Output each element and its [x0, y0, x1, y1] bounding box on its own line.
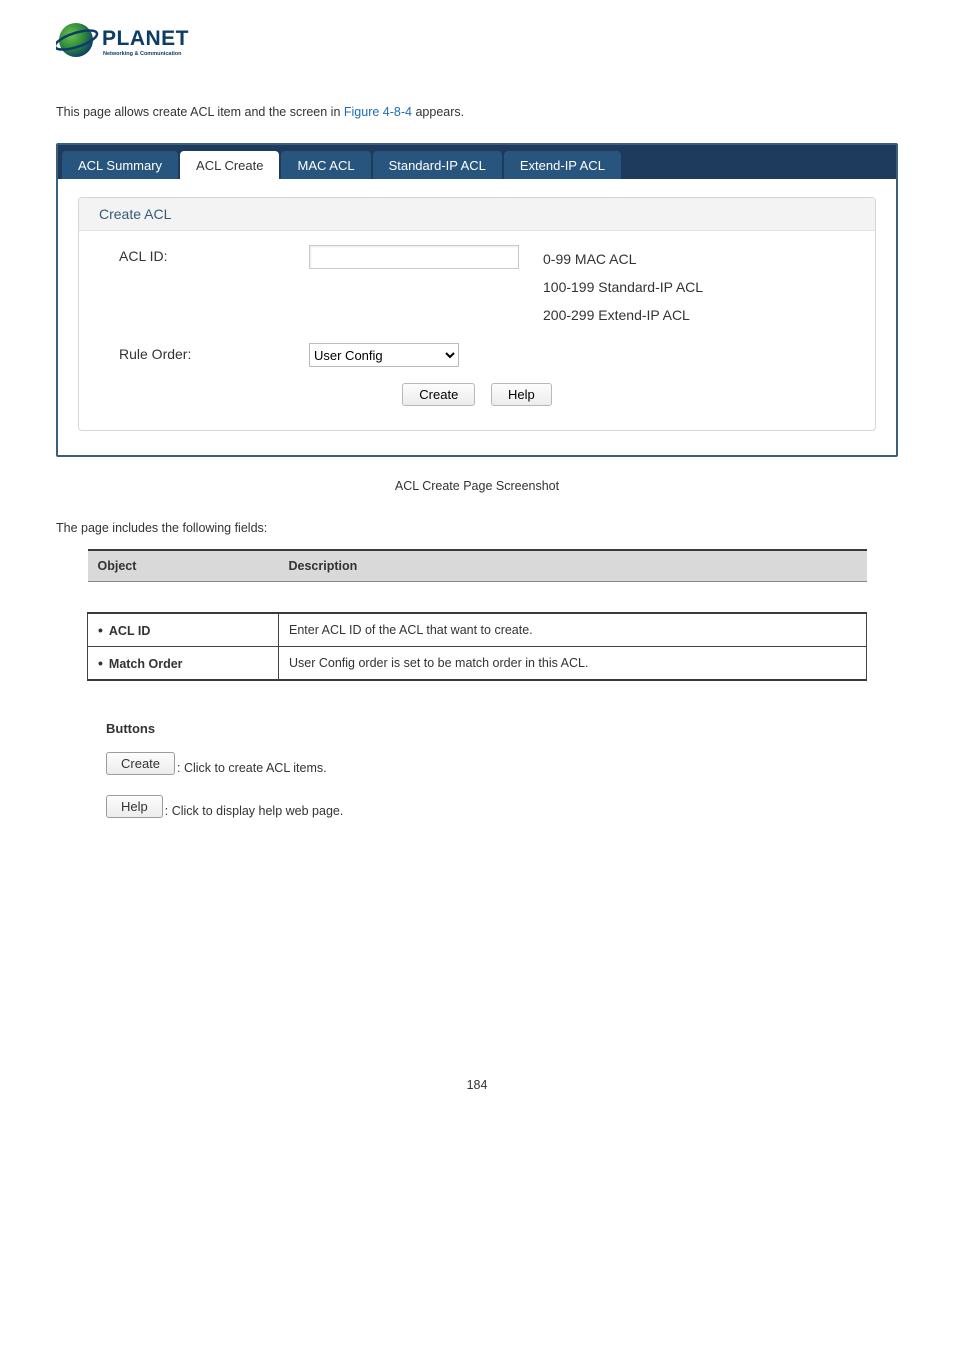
create-button-desc: : Click to create ACL items. — [177, 761, 327, 775]
create-button-explain: Create : Click to create ACL items. — [106, 752, 898, 775]
help-button-desc: : Click to display help web page. — [165, 804, 344, 818]
intro-text: This page allows create ACL item and the… — [56, 105, 898, 119]
help-button-explain: Help : Click to display help web page. — [106, 795, 898, 818]
fields-intro: The page includes the following fields: — [56, 521, 898, 535]
create-button[interactable]: Create — [402, 383, 475, 406]
acl-create-screenshot: ACL Summary ACL Create MAC ACL Standard-… — [56, 143, 898, 457]
tab-bar: ACL Summary ACL Create MAC ACL Standard-… — [58, 145, 896, 179]
caption-text: ACL Create Page Screenshot — [395, 479, 559, 493]
tab-acl-create[interactable]: ACL Create — [180, 151, 279, 179]
acl-id-hints: 0-99 MAC ACL 100-199 Standard-IP ACL 200… — [519, 245, 703, 329]
intro-pre: This page allows create ACL item and the… — [56, 105, 344, 119]
tab-acl-summary[interactable]: ACL Summary — [62, 151, 178, 179]
create-acl-panel: Create ACL ACL ID: 0-99 MAC ACL 100-199 … — [78, 197, 876, 431]
desc-match-order: User Config order is set to be match ord… — [279, 647, 867, 681]
rule-order-label: Rule Order: — [119, 343, 309, 362]
hint-mac-acl: 0-99 MAC ACL — [543, 245, 703, 273]
logo-brand-text: PLANET — [102, 27, 189, 50]
figure-reference-link: Figure 4-8-4 — [344, 105, 412, 119]
planet-logo-icon: PLANET Networking & Communication — [56, 20, 226, 65]
help-button[interactable]: Help — [491, 383, 552, 406]
intro-post: appears. — [412, 105, 464, 119]
hint-extend-ip-acl: 200-299 Extend-IP ACL — [543, 301, 703, 329]
hint-standard-ip-acl: 100-199 Standard-IP ACL — [543, 273, 703, 301]
rule-order-select[interactable]: User Config — [309, 343, 459, 367]
tab-standard-ip-acl[interactable]: Standard-IP ACL — [373, 151, 502, 179]
obj-match-order: Match Order — [109, 657, 183, 671]
table-row: •ACL ID Enter ACL ID of the ACL that wan… — [88, 613, 867, 647]
desc-acl-id: Enter ACL ID of the ACL that want to cre… — [279, 613, 867, 647]
create-button-sample: Create — [106, 752, 175, 775]
help-button-sample: Help — [106, 795, 163, 818]
obj-acl-id: ACL ID — [109, 624, 150, 638]
panel-title: Create ACL — [79, 198, 875, 231]
buttons-heading: Buttons — [106, 721, 898, 736]
acl-id-input[interactable] — [309, 245, 519, 269]
page-number: 184 — [56, 1078, 898, 1092]
logo-tagline-text: Networking & Communication — [103, 51, 182, 57]
col-description: Description — [279, 550, 867, 582]
tab-extend-ip-acl[interactable]: Extend-IP ACL — [504, 151, 621, 179]
fields-table: Object Description •ACL ID Enter ACL ID … — [87, 549, 867, 681]
table-row: •Match Order User Config order is set to… — [88, 647, 867, 681]
logo: PLANET Networking & Communication — [56, 20, 898, 65]
screenshot-caption: ACL Create Page Screenshot — [56, 479, 898, 493]
col-object: Object — [88, 550, 279, 582]
tab-mac-acl[interactable]: MAC ACL — [281, 151, 370, 179]
acl-id-label: ACL ID: — [119, 245, 309, 264]
